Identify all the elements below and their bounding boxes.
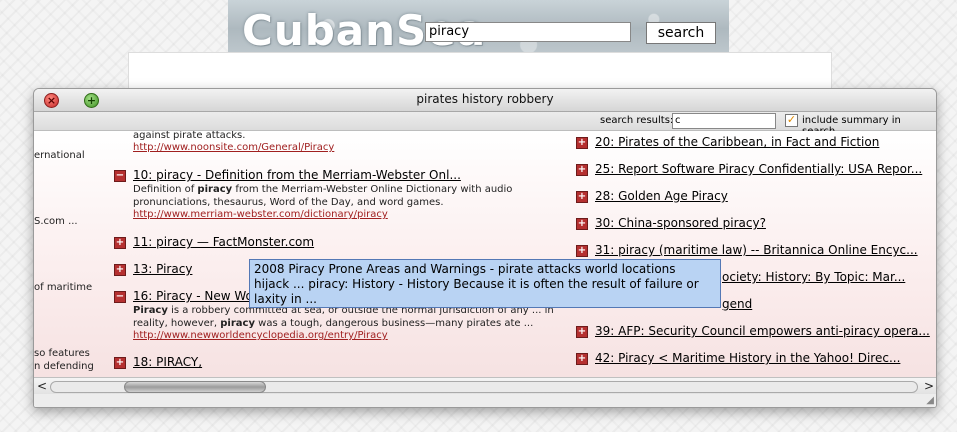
fragment-text: so features bbox=[34, 348, 90, 359]
search-results-label: search results: bbox=[600, 115, 674, 126]
expand-icon[interactable]: + bbox=[576, 218, 588, 230]
expand-icon[interactable]: + bbox=[114, 237, 126, 249]
result-url[interactable]: http://www.newworldencyclopedia.org/entr… bbox=[133, 330, 388, 341]
search-input[interactable]: piracy bbox=[425, 22, 631, 42]
result-title[interactable]: 11: piracy — FactMonster.com bbox=[133, 235, 314, 249]
result-title[interactable]: gend bbox=[722, 297, 752, 311]
window-title: pirates history robbery bbox=[416, 92, 554, 106]
expand-icon[interactable]: + bbox=[114, 357, 126, 369]
tooltip-line: 2008 Piracy Prone Areas and Warnings - p… bbox=[254, 262, 676, 276]
result-title[interactable]: 10: piracy - Definition from the Merriam… bbox=[133, 168, 461, 182]
result-title[interactable]: 16: Piracy - New Wo bbox=[133, 289, 253, 303]
expand-icon[interactable]: + bbox=[576, 137, 588, 149]
result-title[interactable]: ociety: History: By Topic: Mar... bbox=[722, 270, 905, 284]
result-title[interactable]: 30: China-sponsored piracy? bbox=[595, 216, 766, 230]
result-title[interactable]: 42: Piracy < Maritime History in the Yah… bbox=[595, 351, 900, 365]
result-title[interactable]: 20: Pirates of the Caribbean, in Fact an… bbox=[595, 135, 879, 149]
result-url[interactable]: http://www.merriam-webster.com/dictionar… bbox=[133, 209, 388, 220]
results-toolbar: search results: c ✓ include summary in s… bbox=[34, 112, 936, 137]
results-window: × + pirates history robbery search resul… bbox=[33, 88, 937, 408]
horizontal-scrollbar[interactable]: < > bbox=[34, 377, 936, 394]
results-content: ernational S.com ... of maritime so feat… bbox=[34, 131, 936, 377]
fragment-text: S.com ... bbox=[34, 216, 78, 227]
result-snippet: pronunciations, thesaurus, Word of the D… bbox=[133, 197, 444, 208]
scroll-right-arrow[interactable]: > bbox=[924, 379, 934, 393]
fragment-text: ernational bbox=[34, 150, 85, 161]
expand-icon[interactable]: + bbox=[114, 264, 126, 276]
window-footer: ◢ bbox=[34, 394, 936, 407]
collapse-icon[interactable]: − bbox=[114, 291, 126, 303]
expand-icon[interactable]: + bbox=[576, 326, 588, 338]
include-summary-checkbox[interactable]: ✓ bbox=[785, 114, 798, 127]
result-snippet: reality, however, piracy was a tough, da… bbox=[133, 318, 534, 329]
expand-icon[interactable]: + bbox=[576, 191, 588, 203]
fragment-text: n defending bbox=[34, 361, 94, 372]
result-title[interactable]: 31: piracy (maritime law) -- Britannica … bbox=[595, 243, 918, 257]
result-title[interactable]: 39: AFP: Security Council empowers anti-… bbox=[595, 324, 930, 338]
expand-icon[interactable]: + bbox=[576, 164, 588, 176]
result-title[interactable]: 13: Piracy bbox=[133, 262, 192, 276]
search-button[interactable]: search bbox=[646, 22, 716, 44]
result-title[interactable]: 28: Golden Age Piracy bbox=[595, 189, 728, 203]
expand-icon[interactable]: + bbox=[576, 353, 588, 365]
result-url[interactable]: http://www.noonsite.com/General/Piracy bbox=[133, 142, 334, 153]
search-results-filter-input[interactable]: c bbox=[672, 113, 776, 129]
result-title[interactable]: 18: PIRACY, bbox=[133, 355, 202, 369]
collapse-icon[interactable]: − bbox=[114, 170, 126, 182]
expand-icon[interactable]: + bbox=[576, 245, 588, 257]
fragment-text: of maritime bbox=[34, 282, 93, 293]
tooltip-line: laxity in ... bbox=[254, 292, 317, 306]
result-tooltip: 2008 Piracy Prone Areas and Warnings - p… bbox=[249, 259, 721, 308]
tooltip-line: hijack ... piracy: History - History Bec… bbox=[254, 277, 699, 291]
resize-grip-icon[interactable]: ◢ bbox=[926, 395, 934, 406]
window-titlebar[interactable]: × + pirates history robbery bbox=[34, 89, 936, 112]
result-snippet: against pirate attacks. bbox=[133, 131, 246, 141]
result-title[interactable]: 25: Report Software Piracy Confidentiall… bbox=[595, 162, 922, 176]
scroll-thumb[interactable] bbox=[124, 381, 266, 393]
scroll-left-arrow[interactable]: < bbox=[37, 379, 47, 393]
result-snippet: Definition of piracy from the Merriam-We… bbox=[133, 184, 513, 195]
